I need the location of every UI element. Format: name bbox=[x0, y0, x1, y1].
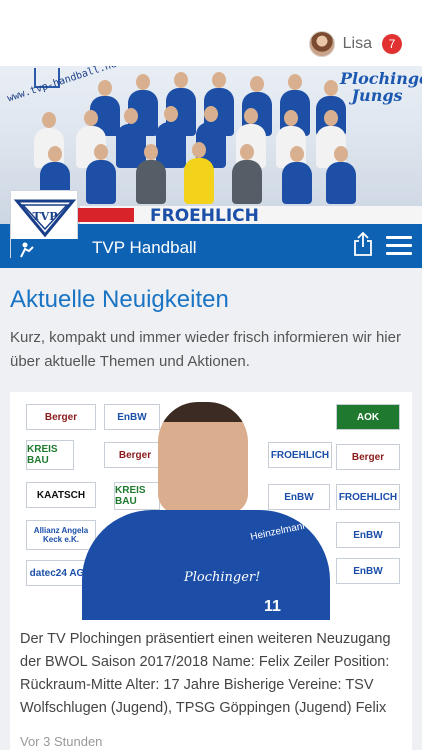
sponsor-tile: datec24 AG bbox=[26, 560, 88, 586]
page-intro: Kurz, kompakt und immer wieder frisch in… bbox=[10, 329, 401, 370]
top-bar: Lisa 7 bbox=[0, 0, 422, 66]
player-figure bbox=[136, 144, 166, 204]
club-title: TVP Handball bbox=[92, 238, 197, 257]
player-figure bbox=[232, 144, 262, 204]
player-figure bbox=[156, 106, 186, 168]
share-icon[interactable] bbox=[352, 231, 374, 256]
player-portrait bbox=[158, 402, 248, 514]
sponsor-tile: Berger bbox=[336, 444, 400, 470]
news-text[interactable]: Der TV Plochingen präsentiert einen weit… bbox=[20, 628, 402, 720]
player-figure bbox=[86, 144, 116, 204]
sponsor-tile: FROEHLICH bbox=[336, 484, 400, 510]
hamburger-menu-icon[interactable] bbox=[386, 236, 412, 256]
jersey-number: 11 bbox=[264, 598, 281, 615]
news-timestamp: Vor 3 Stunden bbox=[20, 734, 103, 749]
page-title: Aktuelle Neuigkeiten bbox=[10, 286, 229, 313]
notification-badge[interactable]: 7 bbox=[382, 34, 402, 54]
sponsor-text: FROEHLICH bbox=[150, 206, 259, 224]
club-logo[interactable]: TVP bbox=[10, 190, 79, 259]
sponsor-tile: KAATSCH bbox=[26, 482, 96, 508]
sponsor-tile: EnBW bbox=[104, 404, 160, 430]
news-image[interactable]: Berger EnBW KREIS BAU Berger FROEHLICH K… bbox=[20, 402, 402, 620]
player-figure bbox=[184, 142, 214, 204]
player-figure bbox=[282, 146, 312, 204]
sponsor-tile: EnBW bbox=[268, 484, 330, 510]
user-menu[interactable]: Lisa 7 bbox=[308, 30, 402, 58]
player-figure bbox=[326, 146, 356, 204]
sponsor-tile: Allianz Angela Keck e.K. bbox=[26, 520, 96, 550]
user-name[interactable]: Lisa bbox=[343, 35, 372, 53]
sponsor-tile: KREIS BAU bbox=[26, 440, 74, 470]
sponsor-tile: Berger bbox=[104, 442, 166, 468]
sponsor-tile: FROEHLICH bbox=[268, 442, 332, 468]
sponsor-tile: AOK bbox=[336, 404, 400, 430]
logo-text: TVP bbox=[33, 210, 58, 223]
sponsor-banner-red bbox=[78, 208, 134, 222]
tvp-logo-icon: TVP bbox=[11, 199, 79, 259]
user-avatar[interactable] bbox=[308, 31, 335, 57]
plochinger-jungs-logo: Plochinger! Jungs bbox=[340, 69, 422, 105]
sponsor-tile: EnBW bbox=[336, 558, 400, 584]
sponsor-tile: EnBW bbox=[336, 522, 400, 548]
sponsor-tile: KREIS BAU bbox=[114, 482, 160, 510]
jersey-sponsor: Plochinger! bbox=[184, 570, 261, 585]
sponsor-tile: Berger bbox=[26, 404, 96, 430]
